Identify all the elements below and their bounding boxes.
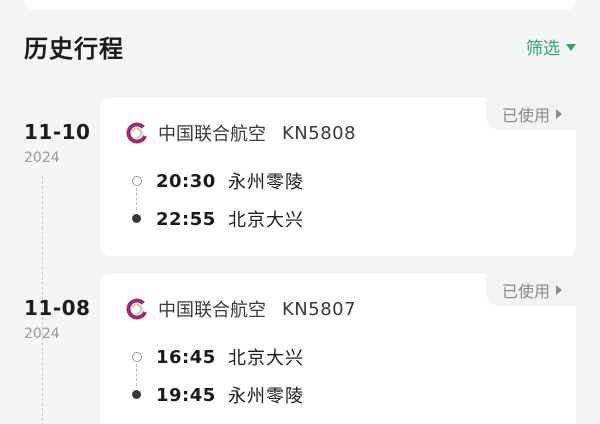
arrival-dot-icon	[126, 209, 156, 229]
previous-card-edge	[24, 0, 576, 10]
arrival-city: 北京大兴	[228, 210, 304, 231]
filter-button[interactable]: 筛选	[526, 34, 576, 59]
airline-row: 中国联合航空 KN5808	[126, 120, 356, 146]
status-label: 已使用	[501, 106, 550, 125]
status-badge[interactable]: 已使用	[485, 274, 576, 306]
page-header: 历史行程 筛选	[24, 26, 576, 66]
caret-right-icon	[556, 109, 562, 119]
status-badge[interactable]: 已使用	[485, 98, 576, 130]
airline-logo-icon	[126, 122, 148, 144]
trip-date-year: 2024	[24, 150, 60, 166]
airline-name: 中国联合航空	[158, 124, 266, 145]
airline-logo-icon	[126, 298, 148, 320]
arrival-dot-icon	[126, 385, 156, 405]
flight-number: KN5807	[282, 298, 357, 320]
flight-number: KN5808	[282, 122, 357, 144]
trip-date: 11-08 2024	[24, 296, 90, 342]
trip-date-day: 11-10	[24, 120, 91, 144]
trip-date: 11-10 2024	[24, 120, 90, 166]
trip-card[interactable]: 已使用 中国联合航空 KN5807 16:45 北京大兴 19:45 永州零陵	[100, 274, 576, 424]
departure-dot-icon	[126, 347, 156, 367]
departure-dot-icon	[126, 171, 156, 191]
departure-city: 北京大兴	[228, 348, 304, 369]
caret-down-icon	[566, 43, 576, 51]
trip-date-year: 2024	[24, 326, 60, 342]
arrival-row: 22:55 北京大兴	[126, 206, 304, 232]
arrival-time: 19:45	[156, 384, 216, 406]
trip-date-day: 11-08	[24, 296, 91, 320]
departure-city: 永州零陵	[228, 172, 304, 193]
filter-label: 筛选	[526, 38, 560, 59]
arrival-city: 永州零陵	[228, 386, 304, 407]
status-label: 已使用	[501, 282, 550, 301]
trip-card[interactable]: 已使用 中国联合航空 KN5808 20:30 永州零陵 22:55 北京大兴	[100, 98, 576, 256]
airline-name: 中国联合航空	[158, 300, 266, 321]
departure-row: 16:45 北京大兴	[126, 344, 304, 370]
airline-row: 中国联合航空 KN5807	[126, 296, 356, 322]
departure-time: 20:30	[156, 170, 216, 192]
arrival-row: 19:45 永州零陵	[126, 382, 304, 408]
page-title: 历史行程	[24, 34, 124, 63]
arrival-time: 22:55	[156, 208, 216, 230]
caret-right-icon	[556, 285, 562, 295]
departure-row: 20:30 永州零陵	[126, 168, 304, 194]
departure-time: 16:45	[156, 346, 216, 368]
